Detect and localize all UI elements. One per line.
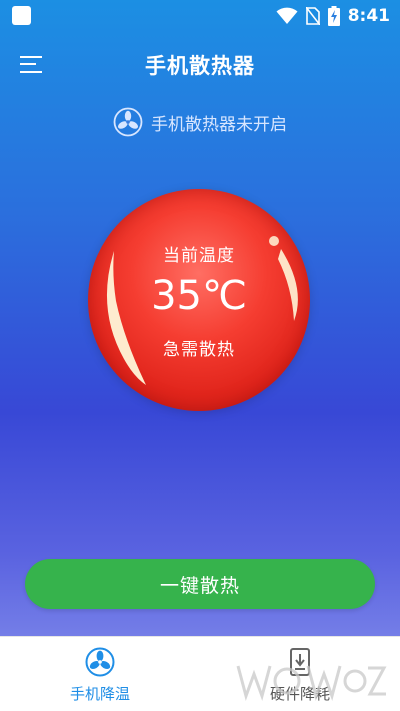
app-screen: 8:41 手机散热器 手机散热器未开启 当前温度 35℃ 急需散热 一键散热 手… [0, 0, 400, 711]
fan-icon [85, 647, 115, 677]
status-bar: 8:41 [0, 0, 400, 32]
phone-download-icon [290, 648, 310, 676]
tab-phone-cooling[interactable]: 手机降温 [0, 637, 200, 711]
app-notification-icon [12, 6, 31, 25]
current-temp-value: 35℃ [151, 273, 247, 319]
tab-label: 硬件降耗 [269, 685, 330, 703]
cooling-needed-text: 急需散热 [163, 340, 235, 360]
fan-icon [113, 107, 143, 137]
no-sim-icon [305, 7, 320, 25]
status-icons: 8:41 [276, 4, 390, 28]
status-time: 8:41 [347, 6, 390, 26]
current-temp-label: 当前温度 [163, 246, 235, 266]
battery-charging-icon [327, 6, 340, 26]
page-title: 手机散热器 [145, 54, 255, 78]
tab-label: 手机降温 [69, 685, 130, 703]
cooler-status-text: 手机散热器未开启 [151, 114, 287, 135]
temperature-ball: 当前温度 35℃ 急需散热 [88, 189, 310, 411]
tab-hardware-power-saving[interactable]: 硬件降耗 [200, 637, 400, 711]
wifi-icon [276, 7, 298, 24]
one-tap-cool-button[interactable]: 一键散热 [25, 559, 375, 609]
app-header: 手机散热器 [0, 40, 400, 88]
cooler-status: 手机散热器未开启 [0, 106, 400, 138]
bottom-nav: 手机降温 硬件降耗 [0, 636, 400, 711]
